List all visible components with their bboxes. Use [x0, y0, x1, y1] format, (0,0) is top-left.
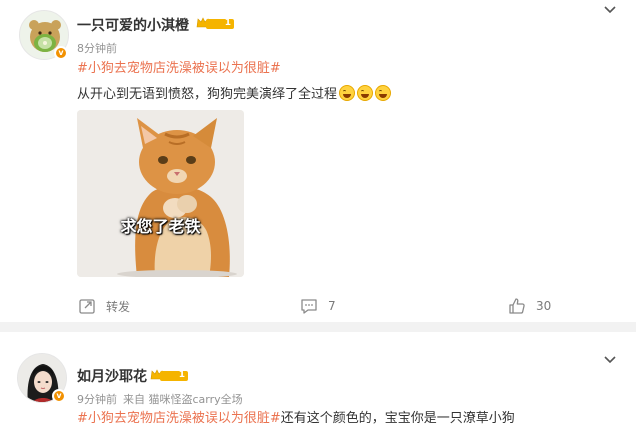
post-image[interactable]: 求您了老铁: [77, 110, 244, 277]
username[interactable]: 如月沙耶花: [77, 366, 147, 386]
post-source[interactable]: 来自 猫咪怪盗carry全场: [123, 393, 243, 406]
member-level: 1: [178, 370, 185, 380]
image-caption: 求您了老铁: [120, 217, 201, 236]
repost-button[interactable]: 转发: [78, 296, 130, 316]
post-hashtag[interactable]: #小狗去宠物店洗澡被误以为很脏#: [77, 411, 281, 426]
laugh-emoji-icon: [339, 85, 356, 101]
post-body: 从开心到无语到愤怒，狗狗完美演绎了全过程: [77, 85, 392, 104]
post-hashtag[interactable]: #小狗去宠物店洗澡被误以为很脏#: [77, 60, 281, 78]
comment-button[interactable]: 7: [300, 296, 336, 316]
laugh-emoji-icon: [357, 85, 374, 101]
member-level: 1: [224, 18, 231, 28]
username[interactable]: 一只可爱的小淇橙: [77, 15, 189, 35]
member-level-badge[interactable]: 1: [196, 16, 234, 30]
member-level-badge[interactable]: 1: [150, 368, 188, 382]
comment-count: 7: [328, 299, 336, 313]
post-body: #小狗去宠物店洗澡被误以为很脏#还有这个颜色的，宝宝你是一只潦草小狗: [77, 411, 515, 426]
verified-badge-icon: v: [54, 46, 68, 60]
post-time[interactable]: 8分钟前: [77, 40, 117, 56]
repost-label: 转发: [106, 299, 131, 314]
verified-badge-icon: v: [52, 389, 66, 403]
chevron-down-icon[interactable]: [603, 5, 617, 15]
cat-meme-image: [77, 110, 244, 277]
laugh-emoji-icon: [375, 85, 392, 101]
post-meta: 9分钟前 来自 猫咪怪盗carry全场: [77, 391, 243, 407]
like-icon: [509, 298, 525, 314]
like-button[interactable]: 30: [508, 296, 551, 316]
repost-icon: [79, 299, 95, 314]
comment-icon: [301, 299, 317, 314]
like-count: 30: [536, 299, 552, 313]
post-time[interactable]: 9分钟前: [77, 393, 117, 406]
chevron-down-icon[interactable]: [603, 355, 617, 365]
post-divider: [0, 322, 636, 332]
